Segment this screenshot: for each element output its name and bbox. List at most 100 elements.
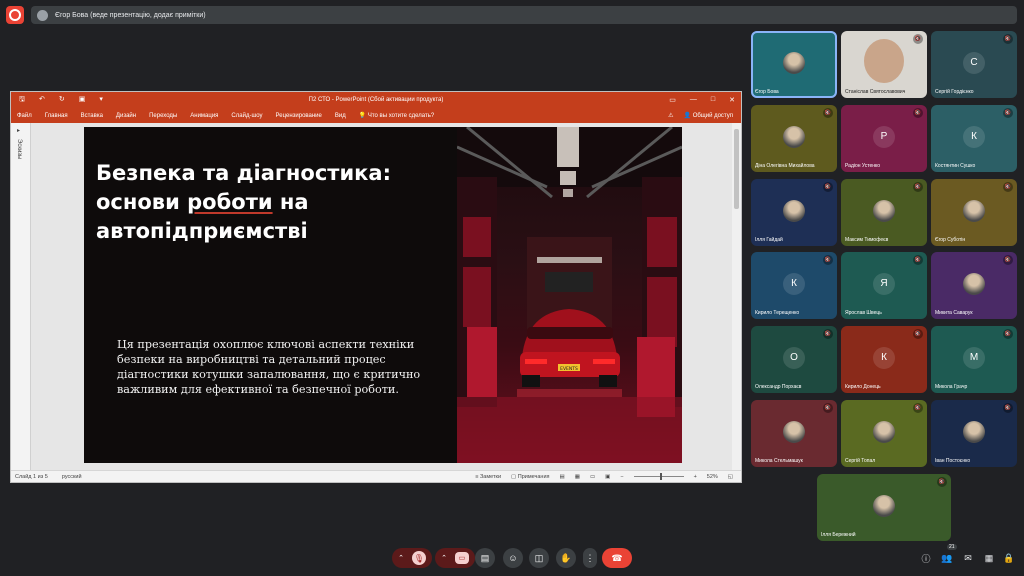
tab-file[interactable]: Файл <box>17 113 32 119</box>
participant-name: Сергій Топал <box>845 458 876 464</box>
mic-muted-icon: 🔇 <box>823 255 833 265</box>
mic-muted-icon: 🔇 <box>1003 403 1013 413</box>
ribbon-options-icon[interactable]: ▭ <box>669 96 676 104</box>
participant-tile[interactable]: О 🔇 Олександр Порхаєв <box>751 326 837 393</box>
hangup-icon: ☎ <box>611 552 623 563</box>
presentation-bar[interactable]: Єгор Бова (веде презентацію, додає примі… <box>31 6 1017 24</box>
mic-muted-icon: 🔇 <box>937 477 947 487</box>
participant-tile[interactable]: 🔇 Микита Саварук <box>931 252 1017 319</box>
window-title: П2 СТО - PowerPoint (Сбой активации прод… <box>308 97 444 103</box>
participant-tile[interactable]: Р 🔇 Радіон Устенко <box>841 105 927 172</box>
participant-tile[interactable]: 🔇 Єгор Суботін <box>931 179 1017 246</box>
captions-button[interactable]: ▤ <box>475 548 495 568</box>
tab-animations[interactable]: Анимация <box>190 113 218 119</box>
participant-tile[interactable]: 🔇 Максим Тимофеєв <box>841 179 927 246</box>
maximize-icon[interactable]: □ <box>711 96 715 104</box>
mic-muted-icon: 🔇 <box>913 108 923 118</box>
participant-name: Єгор Суботін <box>935 237 966 243</box>
participant-tile[interactable]: 🔇 Станіслав Святославович <box>841 31 927 98</box>
slide-canvas[interactable]: Безпека та діагностика: основи роботи на… <box>84 127 682 463</box>
zoom-out-icon[interactable]: − <box>620 474 623 480</box>
camera-control[interactable]: ⌃ ▭ <box>435 548 475 568</box>
mic-off-icon[interactable]: 🎙 <box>411 551 426 565</box>
avatar <box>783 125 805 148</box>
meet-window: Єгор Бова (веде презентацію, додає примі… <box>0 0 1024 576</box>
participant-tile[interactable]: 🔇 Діна Олегівна Михайлова <box>751 105 837 172</box>
tab-design[interactable]: Дизайн <box>116 113 136 119</box>
comments-button[interactable]: ▢ Примечания <box>511 474 550 480</box>
participant-name: Микола Грачр <box>935 384 968 390</box>
avatar <box>963 199 985 222</box>
mic-options-chevron-icon[interactable]: ⌃ <box>398 554 404 562</box>
participant-name: Діна Олегівна Михайлова <box>755 163 815 169</box>
share-button[interactable]: 👤 Общий доступ <box>684 112 733 119</box>
tab-home[interactable]: Главная <box>45 113 68 119</box>
mic-muted-icon: 🔇 <box>1003 329 1013 339</box>
participant-tile[interactable]: 🔇 Микола Стельмашук <box>751 400 837 467</box>
camera-options-chevron-icon[interactable]: ⌃ <box>441 554 447 562</box>
participant-tile[interactable]: К 🔇 Костянтин Сушко <box>931 105 1017 172</box>
normal-view-icon[interactable]: ▤ <box>560 474 565 480</box>
participant-name: Радіон Устенко <box>845 163 881 169</box>
avatar <box>783 51 805 74</box>
fit-slide-icon[interactable]: ◱ <box>728 474 733 480</box>
vertical-scrollbar[interactable] <box>732 123 741 470</box>
participant-tile[interactable]: К 🔇 Кирило Донець <box>841 326 927 393</box>
participant-tile[interactable]: С 🔇 Сергій Гордієнко <box>931 31 1017 98</box>
slide-sorter-icon[interactable]: ▦ <box>575 474 580 480</box>
notes-button[interactable]: ≡ Заметки <box>475 474 501 480</box>
tab-slideshow[interactable]: Слайд-шоу <box>231 113 262 119</box>
slideshow-view-icon[interactable]: ▣ <box>605 474 610 480</box>
mic-control[interactable]: ⌃ 🎙 <box>392 548 432 568</box>
participant-tile[interactable]: 🔇 Ілля Гайдай <box>751 179 837 246</box>
avatar <box>963 420 985 443</box>
chat-icon[interactable]: ✉ <box>961 551 975 565</box>
mic-muted-icon: 🔇 <box>913 255 923 265</box>
mic-muted-icon: 🔇 <box>1003 255 1013 265</box>
minimize-icon[interactable]: — <box>690 96 697 104</box>
mic-muted-icon: 🔇 <box>1003 108 1013 118</box>
participant-tile[interactable]: М 🔇 Микола Грачр <box>931 326 1017 393</box>
participant-tile[interactable]: 🔇 Ілля Бережний <box>817 474 951 541</box>
tell-me-search[interactable]: 💡 Что вы хотите сделать? <box>359 112 434 119</box>
mic-muted-icon: 🔇 <box>1003 34 1013 44</box>
avatar <box>963 272 985 295</box>
recording-button[interactable] <box>6 6 24 24</box>
language-indicator[interactable]: русский <box>62 474 82 480</box>
mic-muted-icon: 🔇 <box>823 182 833 192</box>
participant-tile[interactable]: Єгор Бова <box>751 31 837 98</box>
camera-off-icon[interactable]: ▭ <box>454 552 469 564</box>
activities-icon[interactable]: ▦ <box>982 551 996 565</box>
mic-muted-icon: 🔇 <box>913 34 923 44</box>
tab-review[interactable]: Рецензирование <box>276 113 322 119</box>
host-controls-icon[interactable]: 🔒 <box>1002 551 1016 565</box>
more-options-button[interactable]: ⋮ <box>583 548 597 568</box>
thumbnails-pane[interactable]: ▸ Эскизы <box>11 123 31 470</box>
zoom-in-icon[interactable]: + <box>694 474 697 480</box>
zoom-slider[interactable] <box>633 473 684 480</box>
participant-tile[interactable]: К 🔇 Кирило Терещенко <box>751 252 837 319</box>
scrollbar-thumb[interactable] <box>734 129 739 209</box>
avatar: С <box>963 51 985 74</box>
emoji-button[interactable]: ☺ <box>503 548 523 568</box>
avatar: К <box>873 346 895 369</box>
warning-icon[interactable]: ⚠ <box>668 112 673 119</box>
reading-view-icon[interactable]: ▭ <box>590 474 595 480</box>
participant-tile[interactable]: 🔇 Сергій Топал <box>841 400 927 467</box>
avatar <box>864 38 904 83</box>
present-screen-icon: ◫ <box>534 552 544 563</box>
present-button[interactable]: ◫ <box>529 548 549 568</box>
tab-transitions[interactable]: Переходы <box>149 113 177 119</box>
tab-insert[interactable]: Вставка <box>81 113 103 119</box>
close-icon[interactable]: ✕ <box>729 96 735 104</box>
leave-call-button[interactable]: ☎ <box>602 548 632 568</box>
raise-hand-button[interactable]: ✋ <box>556 548 576 568</box>
participant-tile[interactable]: Я 🔇 Ярослав Швець <box>841 252 927 319</box>
participant-tile[interactable]: 🔇 Іван Постоєнко <box>931 400 1017 467</box>
zoom-level[interactable]: 52% <box>707 474 718 480</box>
expand-thumbnails-icon[interactable]: ▸ <box>17 127 20 134</box>
tab-view[interactable]: Вид <box>335 113 346 119</box>
meeting-info-icon[interactable]: ⓘ <box>919 551 933 565</box>
participant-name: Олександр Порхаєв <box>755 384 802 390</box>
people-icon[interactable]: 👥 <box>940 551 954 565</box>
